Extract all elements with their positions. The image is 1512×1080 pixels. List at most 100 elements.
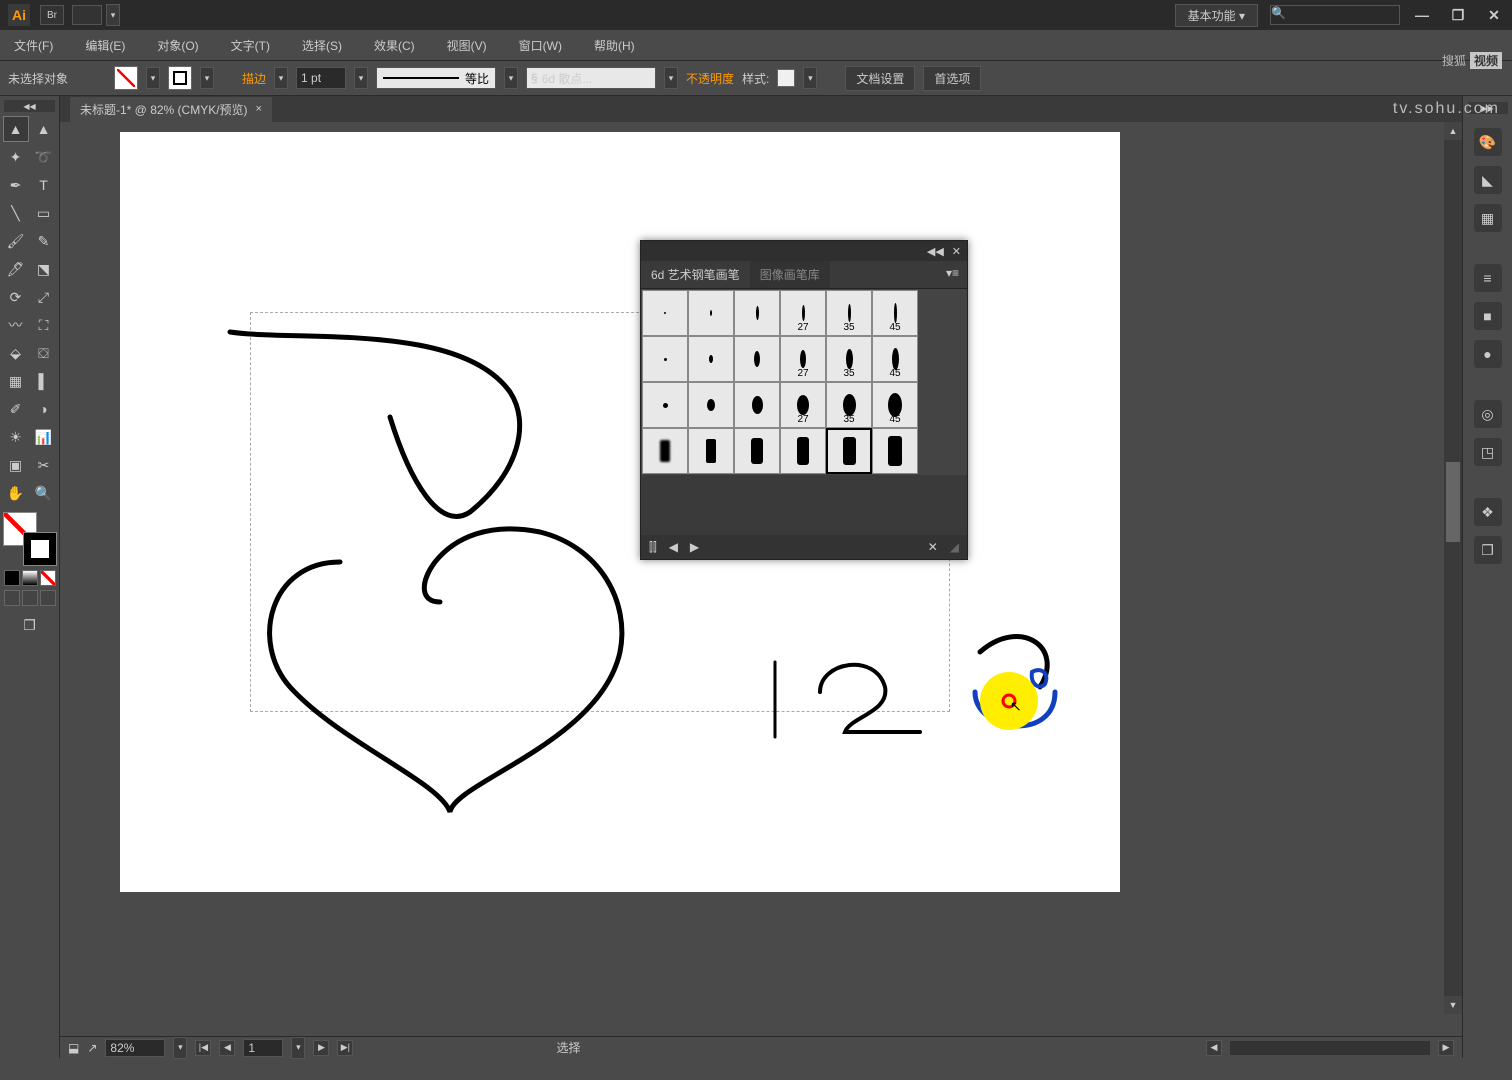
bridge-button[interactable]: Br	[40, 5, 64, 25]
cloud-icon[interactable]: ↗	[87, 1041, 97, 1055]
window-minimize-button[interactable]: —	[1412, 8, 1432, 22]
selection-tool[interactable]: ▲	[3, 116, 29, 142]
shape-builder-tool[interactable]: ⬙	[3, 340, 29, 366]
stroke-panel-icon[interactable]: ●	[1474, 340, 1502, 368]
vertical-scrollbar[interactable]: ▲ ▼	[1444, 122, 1462, 1014]
panel-menu-button[interactable]: ▾≡	[938, 261, 967, 288]
appearance-panel-icon[interactable]: ◳	[1474, 438, 1502, 466]
window-maximize-button[interactable]: ❐	[1448, 8, 1468, 22]
panel-collapse-icon[interactable]: ◀◀	[927, 245, 944, 258]
menu-type[interactable]: 文字(T)	[225, 33, 276, 58]
status-icon[interactable]: ⬓	[68, 1041, 79, 1055]
panel-tab-inactive[interactable]: 图像画笔库	[750, 261, 830, 288]
brush-dd[interactable]	[664, 67, 678, 89]
panel-close-icon[interactable]: ✕	[952, 245, 961, 258]
stroke-color-icon[interactable]	[23, 532, 57, 566]
window-close-button[interactable]: ✕	[1484, 8, 1504, 22]
symbols-panel-icon[interactable]: ■	[1474, 302, 1502, 330]
zoom-dd[interactable]	[173, 1037, 187, 1059]
mesh-tool[interactable]: ▦	[3, 368, 29, 394]
width-tool[interactable]: 〰	[3, 312, 29, 338]
paintbrush-tool[interactable]: 🖌	[3, 228, 29, 254]
horizontal-scrollbar[interactable]	[1230, 1041, 1430, 1055]
scroll-up-button[interactable]: ▲	[1444, 122, 1462, 140]
artboard-first[interactable]: |◀	[195, 1040, 211, 1056]
brush-swatch[interactable]: 27	[780, 336, 826, 382]
menu-select[interactable]: 选择(S)	[296, 33, 348, 58]
zoom-level-input[interactable]: 82%	[105, 1039, 165, 1057]
column-graph-tool[interactable]: 📊	[31, 424, 57, 450]
hscroll-left[interactable]: ◀	[1206, 1040, 1222, 1056]
panel-resize-icon[interactable]: ◢	[950, 540, 959, 554]
menu-file[interactable]: 文件(F)	[8, 33, 59, 58]
menu-window[interactable]: 窗口(W)	[513, 33, 568, 58]
fill-swatch[interactable]	[114, 66, 138, 90]
brush-swatch[interactable]	[688, 290, 734, 336]
brush-swatch[interactable]	[734, 290, 780, 336]
artboard-number-input[interactable]: 1	[243, 1039, 283, 1057]
brush-swatch[interactable]	[734, 382, 780, 428]
screen-mode-button[interactable]: ❐	[17, 612, 43, 638]
brush-swatch[interactable]: 35	[826, 290, 872, 336]
scroll-down-button[interactable]: ▼	[1444, 996, 1462, 1014]
menu-edit[interactable]: 编辑(E)	[79, 33, 131, 58]
artboard-prev[interactable]: ◀	[219, 1040, 235, 1056]
variable-width-profile[interactable]: 等比	[376, 67, 496, 89]
layers-panel-icon[interactable]: ❖	[1474, 498, 1502, 526]
menu-view[interactable]: 视图(V)	[441, 33, 493, 58]
brush-swatch[interactable]	[688, 428, 734, 474]
brush-swatch[interactable]	[734, 428, 780, 474]
brush-definition[interactable]: §6d 散点...	[526, 67, 656, 89]
brush-swatch-selected[interactable]	[826, 428, 872, 474]
stroke-dropdown[interactable]	[200, 67, 214, 89]
stroke-label[interactable]: 描边	[242, 70, 266, 87]
swatches-panel-icon[interactable]: ▦	[1474, 204, 1502, 232]
toolbar-collapse[interactable]: ◀◀	[4, 100, 55, 112]
blob-brush-tool[interactable]: 🖊	[3, 256, 29, 282]
gradient-tool[interactable]: ▌	[31, 368, 57, 394]
brush-swatch[interactable]: 27	[780, 382, 826, 428]
prev-library-icon[interactable]: ◀	[669, 540, 678, 554]
stroke-swatch[interactable]	[168, 66, 192, 90]
stroke-weight-stepper[interactable]	[274, 67, 288, 89]
pen-tool[interactable]: ✒	[3, 172, 29, 198]
magic-wand-tool[interactable]: ✦	[3, 144, 29, 170]
scale-tool[interactable]: ⤢	[31, 284, 57, 310]
document-tab-close[interactable]: ×	[256, 103, 262, 115]
brush-swatch[interactable]	[642, 382, 688, 428]
hand-tool[interactable]: ✋	[3, 480, 29, 506]
rectangle-tool[interactable]: ▭	[31, 200, 57, 226]
rotate-tool[interactable]: ⟳	[3, 284, 29, 310]
artboard-tool[interactable]: ▣	[3, 452, 29, 478]
brush-swatch[interactable]	[642, 290, 688, 336]
menu-help[interactable]: 帮助(H)	[588, 33, 641, 58]
free-transform-tool[interactable]: ⛶	[31, 312, 57, 338]
type-tool[interactable]: T	[31, 172, 57, 198]
stroke-weight-input[interactable]: 1 pt	[296, 67, 346, 89]
fill-dropdown[interactable]	[146, 67, 160, 89]
scrollbar-thumb[interactable]	[1446, 462, 1460, 542]
help-search-input[interactable]: 🔍	[1270, 5, 1400, 25]
color-guide-panel-icon[interactable]: ◣	[1474, 166, 1502, 194]
brushes-panel-icon[interactable]: ≡	[1474, 264, 1502, 292]
pencil-tool[interactable]: ✎	[31, 228, 57, 254]
brush-swatch[interactable]	[780, 428, 826, 474]
artboard-last[interactable]: ▶|	[337, 1040, 353, 1056]
color-mode-gradient[interactable]	[22, 570, 38, 586]
fill-stroke-control[interactable]	[3, 512, 57, 566]
stroke-weight-dd[interactable]	[354, 67, 368, 89]
color-mode-none[interactable]	[40, 570, 56, 586]
brush-swatch[interactable]: 27	[780, 290, 826, 336]
perspective-grid-tool[interactable]: ⛋	[31, 340, 57, 366]
arrange-docs-button[interactable]	[72, 5, 102, 25]
brush-swatch[interactable]	[642, 428, 688, 474]
brush-swatch[interactable]: 35	[826, 336, 872, 382]
artboard-dd[interactable]	[291, 1037, 305, 1059]
arrange-dropdown[interactable]	[106, 4, 120, 26]
menu-effect[interactable]: 效果(C)	[368, 33, 421, 58]
line-tool[interactable]: ╲	[3, 200, 29, 226]
graphic-style-swatch[interactable]	[777, 69, 795, 87]
slice-tool[interactable]: ✂	[31, 452, 57, 478]
brush-swatch[interactable]	[734, 336, 780, 382]
brush-swatch[interactable]	[688, 336, 734, 382]
